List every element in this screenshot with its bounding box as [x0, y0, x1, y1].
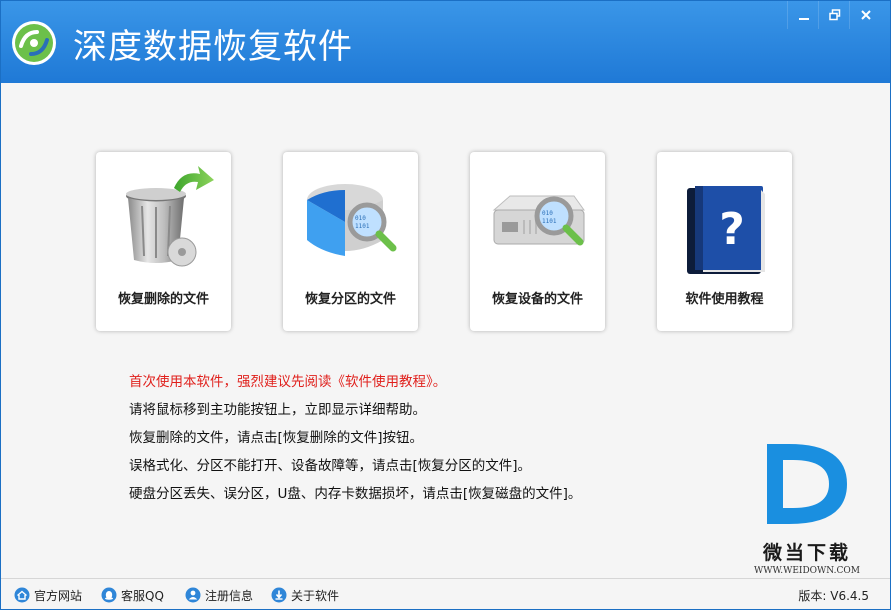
restore-icon — [828, 9, 840, 21]
registration-info-link[interactable]: 注册信息 — [185, 586, 253, 604]
recover-partition-files-button[interactable]: 010 1101 恢复分区的文件 — [283, 152, 418, 331]
support-qq-link[interactable]: 客服QQ — [101, 586, 164, 604]
watermark: 微当下载 WWW.WEIDOWN.COM — [747, 438, 867, 578]
svg-text:1101: 1101 — [355, 223, 370, 230]
official-website-link[interactable]: 官方网站 — [14, 586, 82, 604]
watermark-name: 微当下载 — [762, 542, 851, 564]
link-label: 注册信息 — [205, 588, 254, 603]
link-label: 客服QQ — [121, 588, 164, 603]
device-search-icon: 010 1101 — [492, 195, 585, 246]
recover-deleted-files-button[interactable]: 恢复删除的文件 — [96, 152, 231, 331]
tip-line: 误格式化、分区不能打开、设备故障等，请点击[恢复分区的文件]。 — [129, 458, 532, 474]
help-book-icon: ? — [687, 186, 765, 274]
recover-device-files-button[interactable]: 010 1101 恢复设备的文件 — [470, 152, 605, 331]
app-logo-icon — [12, 21, 56, 65]
tutorial-button[interactable]: ? 软件使用教程 — [657, 152, 792, 331]
tip-line: 硬盘分区丢失、误分区，U盘、内存卡数据损坏，请点击[恢复磁盘的文件]。 — [129, 486, 582, 502]
status-bar: 官方网站 客服QQ 注册信息 关于软件 版本: V6.4.5 — [1, 578, 890, 609]
version-label: 版本: V6.4.5 — [798, 589, 869, 603]
title-bar[interactable]: 深度数据恢复软件 — [1, 1, 890, 83]
info-icon — [271, 587, 287, 603]
svg-text:010: 010 — [542, 210, 553, 217]
partition-search-icon: 010 1101 — [307, 184, 397, 256]
card-label: 恢复设备的文件 — [491, 292, 583, 307]
watermark-url: WWW.WEIDOWN.COM — [754, 566, 860, 576]
main-content: 恢复删除的文件 010 1101 恢复分区的文件 010 1101 恢复设备的文… — [1, 83, 890, 577]
tip-line: 请将鼠标移到主功能按钮上，立即显示详细帮助。 — [129, 402, 426, 418]
about-software-link[interactable]: 关于软件 — [271, 586, 339, 604]
link-label: 关于软件 — [291, 588, 340, 603]
tip-line: 首次使用本软件，强烈建议先阅读《软件使用教程》。 — [129, 374, 447, 390]
card-label: 恢复删除的文件 — [117, 292, 209, 307]
help-tips: 首次使用本软件，强烈建议先阅读《软件使用教程》。 请将鼠标移到主功能按钮上，立即… — [129, 368, 581, 508]
tip-line: 恢复删除的文件，请点击[恢复删除的文件]按钮。 — [129, 430, 424, 446]
app-title: 深度数据恢复软件 — [73, 27, 353, 67]
trash-restore-icon — [126, 166, 214, 267]
user-icon — [185, 587, 201, 603]
card-label: 恢复分区的文件 — [304, 292, 396, 307]
svg-text:010: 010 — [355, 215, 366, 222]
link-label: 官方网站 — [34, 588, 83, 603]
qq-icon — [101, 587, 117, 603]
close-button[interactable] — [849, 1, 881, 29]
restore-button[interactable] — [818, 1, 850, 29]
minimize-icon — [798, 18, 809, 20]
watermark-logo-icon — [767, 444, 847, 524]
close-icon — [860, 10, 871, 20]
svg-text:?: ? — [719, 204, 745, 255]
app-window: 深度数据恢复软件 恢复删除的文件 010 1101 恢复分区的文件 010 11… — [0, 0, 891, 610]
home-icon — [14, 587, 30, 603]
svg-text:1101: 1101 — [542, 218, 557, 225]
card-label: 软件使用教程 — [685, 292, 764, 307]
minimize-button[interactable] — [787, 1, 819, 29]
